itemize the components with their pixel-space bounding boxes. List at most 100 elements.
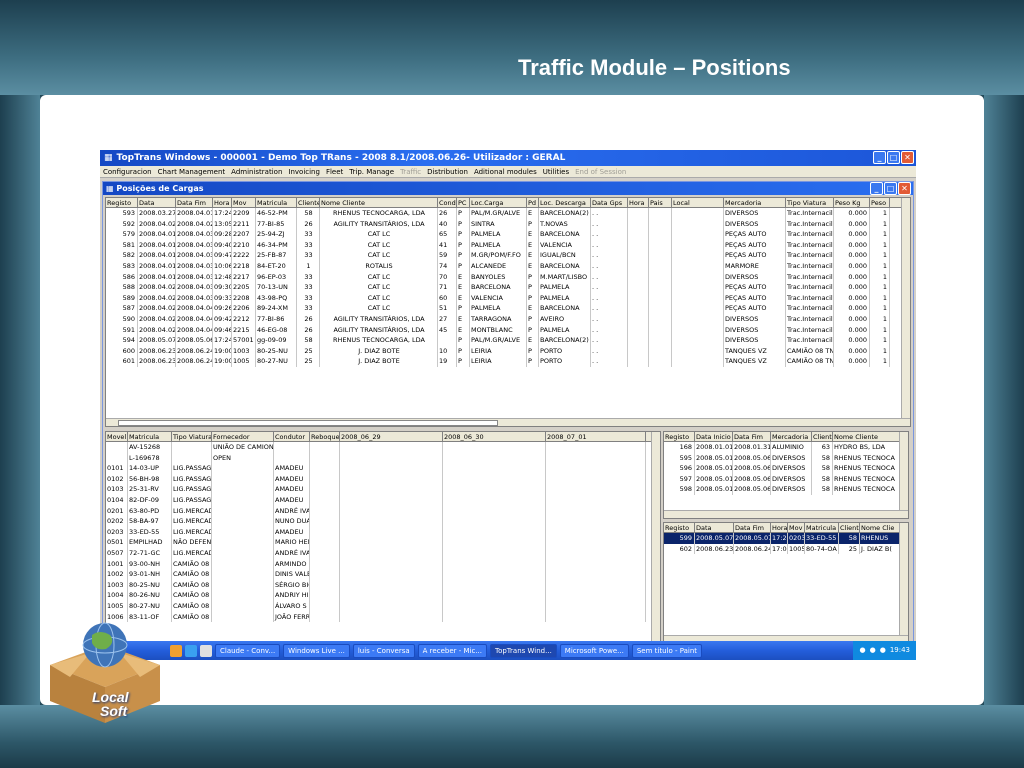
table-row[interactable]: 0202 58-BA-97 LIG.MERCAD NUNO DUA — [106, 516, 660, 527]
column-header[interactable]: Fornecedor — [212, 432, 274, 441]
column-header[interactable]: Local — [672, 198, 724, 207]
column-header[interactable]: Cliente — [812, 432, 833, 441]
table-row[interactable]: 1006 83-11-OF CAMIÃO 08 JOÃO FERR — [106, 611, 660, 623]
column-header[interactable]: Data Fim — [176, 198, 213, 207]
menu-item[interactable]: Distribution — [427, 168, 468, 176]
table-row[interactable]: 6022008.06.232008.06.2417:00100580-74-OA… — [664, 543, 908, 555]
column-header[interactable]: Peso Kg — [834, 198, 870, 207]
table-row[interactable]: 591 2008.04.02 2008.04.04 09:46 2215 46-EG-08… — [106, 324, 910, 336]
taskbar-button[interactable]: Sem título - Paint — [631, 643, 703, 658]
table-row[interactable]: 0101 14-03-UP LIG.PASSAG AMADEU — [106, 463, 660, 474]
menu-item[interactable]: Traffic — [400, 168, 421, 176]
taskbar-button[interactable]: Windows Live ... — [283, 643, 350, 658]
taskbar-button[interactable]: Microsoft Powe... — [559, 643, 629, 658]
column-header[interactable]: Mov — [788, 523, 805, 532]
taskbar-button[interactable]: Claude - Conv... — [215, 643, 281, 658]
menu-item[interactable]: End of Session — [575, 168, 626, 176]
tray-icon[interactable]: ● — [880, 641, 886, 660]
minimize-icon[interactable]: _ — [870, 182, 883, 195]
column-header[interactable]: Matricula — [805, 523, 839, 532]
table-row[interactable]: 0507 72-71-GC LIG.MERCAD ANDRÉ IVA — [106, 547, 660, 559]
column-header[interactable]: Hora — [771, 523, 788, 532]
table-row[interactable]: 1001 93-00-NH CAMIÃO 08 ARMINDO N — [106, 558, 660, 570]
column-header[interactable]: Tipo Viatura — [172, 432, 212, 441]
table-row[interactable]: 587 2008.04.02 2008.04.04 09:26 2206 89-24-XM… — [106, 303, 910, 314]
table-row[interactable]: 588 2008.04.02 2008.04.03 09:30 2205 70-13-UN… — [106, 282, 910, 293]
column-header[interactable]: Hora — [628, 198, 649, 207]
quicklaunch-icon[interactable] — [200, 644, 212, 657]
column-header[interactable]: Mov — [232, 198, 256, 207]
contracts-grid[interactable]: Registo Data Inicio Data Fim Mercadoria Clie… — [663, 431, 909, 519]
quicklaunch-icon[interactable] — [185, 644, 197, 657]
column-header[interactable]: Pd — [527, 198, 539, 207]
menu-item[interactable]: Configuracion — [103, 168, 152, 176]
close-icon[interactable]: ✕ — [898, 182, 911, 195]
table-row[interactable]: 582 2008.04.01 2008.04.03 09:47 2222 25-FB-87… — [106, 250, 910, 261]
table-row[interactable]: 1005 80-27-NU CAMIÃO 08 ÁLVARO S — [106, 600, 660, 612]
tray-icon[interactable]: ● — [870, 641, 876, 660]
vertical-scrollbar[interactable] — [899, 432, 908, 518]
table-row[interactable]: 1002 93-01-NH CAMIÃO 08 DINIS VALE — [106, 569, 660, 580]
trips-grid[interactable]: Registo Data Data Fim Hora Mov Matricula Clien… — [663, 522, 909, 644]
table-row[interactable]: 597 2008.05.01 2008.05.06 DIVERSOS 58 RHENUS … — [664, 473, 908, 485]
table-row[interactable]: 0203 33-ED-55 LIG.MERCAD AMADEU — [106, 526, 660, 538]
column-header[interactable]: Cliente — [839, 523, 860, 532]
column-header[interactable]: Cliente — [297, 198, 320, 207]
taskbar-button[interactable]: A receber - Mic... — [417, 643, 487, 658]
table-row[interactable]: 5992008.05.072008.05.0717:24020333-ED-55… — [664, 533, 908, 544]
column-header[interactable]: Nome Cliente — [320, 198, 438, 207]
table-row[interactable]: 0102 56-BH-98 LIG.PASSAG AMADEU — [106, 473, 660, 485]
menu-item[interactable]: Trip. Manage — [349, 168, 394, 176]
column-header[interactable]: Tipo Viatura — [786, 198, 834, 207]
table-row[interactable]: 579 2008.04.01 2008.04.03 09:28 2207 25-94-ZJ… — [106, 229, 910, 240]
column-header[interactable]: Pais — [649, 198, 672, 207]
column-header[interactable]: Loc.Carga — [470, 198, 527, 207]
table-row[interactable]: 595 2008.05.01 2008.05.06 DIVERSOS 58 RHENUS … — [664, 452, 908, 464]
column-header[interactable]: Matricula — [256, 198, 297, 207]
menu-item[interactable]: Fleet — [326, 168, 343, 176]
scroll-thumb[interactable] — [118, 420, 498, 426]
maximize-icon[interactable]: □ — [887, 151, 900, 164]
taskbar-button[interactable]: luis - Conversa — [352, 643, 415, 658]
table-row[interactable]: 0201 63-80-PD LIG.MERCAD ANDRÉ IVA — [106, 505, 660, 517]
column-header[interactable]: Matricula — [128, 432, 172, 441]
column-header[interactable]: Peso — [870, 198, 890, 207]
column-header[interactable]: Data — [138, 198, 176, 207]
column-header[interactable]: Data Gps — [591, 198, 628, 207]
table-row[interactable]: 0103 25-31-RV LIG.PASSAG AMADEU — [106, 484, 660, 495]
vertical-scrollbar[interactable] — [651, 432, 660, 643]
column-header[interactable]: Data Fim — [733, 432, 771, 441]
taskbar-button[interactable]: TopTrans Wind... — [489, 643, 557, 658]
table-row[interactable]: 592 2008.04.02 2008.04.02 13:05 2211 77-BI-85… — [106, 218, 910, 230]
minimize-icon[interactable]: _ — [873, 151, 886, 164]
table-row[interactable]: 1004 80-26-NU CAMIÃO 08 ANDRIY HIS — [106, 590, 660, 601]
column-header[interactable]: 2008_07_01 — [546, 432, 646, 441]
column-header[interactable]: PC — [457, 198, 470, 207]
column-header[interactable]: Movel — [106, 432, 128, 441]
table-row[interactable]: 586 2008.04.01 2008.04.03 12:48 2217 96-EP-03… — [106, 271, 910, 283]
vertical-scrollbar[interactable] — [901, 198, 910, 426]
menu-item[interactable]: Aditional modules — [474, 168, 537, 176]
table-row[interactable]: 594 2008.05.07 2008.05.06 17:24 57001 gg-09-0… — [106, 335, 910, 346]
column-header[interactable]: Data Fim — [734, 523, 771, 532]
table-row[interactable]: 590 2008.04.02 2008.04.04 09:42 2212 77-BI-86… — [106, 313, 910, 325]
column-header[interactable]: Data — [695, 523, 734, 532]
table-row[interactable]: 0104 82-DF-09 LIG.PASSAG AMADEU — [106, 494, 660, 506]
column-header[interactable]: 2008_06_30 — [443, 432, 546, 441]
close-icon[interactable]: ✕ — [901, 151, 914, 164]
quicklaunch-icon[interactable] — [170, 644, 182, 657]
fleet-schedule-grid[interactable]: Movel Matricula Tipo Viatura Fornecedor Cond… — [105, 431, 661, 644]
table-row[interactable]: 583 2008.04.01 2008.04.03 10:06 2218 84-ET-20… — [106, 260, 910, 272]
table-row[interactable]: 0501 EMPILHAD NÃO DEFENI MARIO HEN — [106, 537, 660, 548]
cargo-positions-grid[interactable]: Registo Data Data Fim Hora Mov Matricula Clien… — [105, 197, 911, 427]
table-row[interactable]: 168 2008.01.01 2008.01.31 ALUMINIO 63 HYDRO B… — [664, 442, 908, 453]
column-header[interactable]: Mercadoria — [771, 432, 812, 441]
column-header[interactable]: Registo — [106, 198, 138, 207]
column-header[interactable]: Hora — [213, 198, 232, 207]
column-header[interactable]: Nome Clie — [860, 523, 900, 532]
horizontal-scrollbar[interactable] — [106, 418, 910, 426]
tray-icon[interactable]: ● — [859, 641, 865, 660]
vertical-scrollbar[interactable] — [899, 523, 908, 643]
table-row[interactable]: 1003 80-25-NU CAMIÃO 08 SÉRGIO BIO — [106, 579, 660, 591]
restore-icon[interactable]: □ — [884, 182, 897, 195]
